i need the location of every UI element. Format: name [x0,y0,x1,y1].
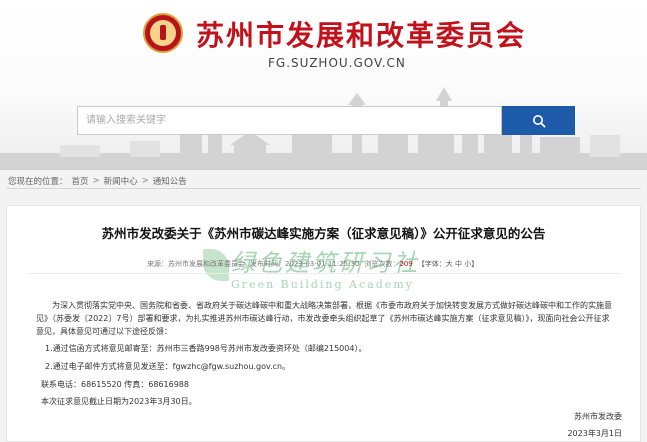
article-panel: 苏州市发改委关于《苏州市碳达峰实施方案（征求意见稿）》公开征求意见的公告 绿色建… [6,205,641,442]
breadcrumb-separator: > [141,176,149,186]
search-box [77,106,502,135]
article-paragraph: 为深入贯彻落实党中央、国务院和省委、省政府关于碳达峰碳中和重大战略决策部署，根据… [36,301,612,336]
source-label: 来源： [147,260,168,268]
search-input[interactable] [78,107,501,134]
meta-divider [27,273,622,274]
contact-info: 联系电话：68615520 传真：68616988 [41,380,189,389]
sign-date: 2023年3月1日 [567,429,622,438]
font-size-medium[interactable]: 中 [455,260,462,268]
breadcrumb-item-home[interactable]: 首页 [72,175,89,187]
signature: 苏州市发改委 [574,412,622,421]
breadcrumb-prefix: 您现在的位置： [8,177,68,187]
article-meta: 来源：苏州市发展和改革委员会 发布时间：2023-03-01 11:25:30 … [147,259,478,269]
search-button[interactable] [502,106,575,135]
source-value: 苏州市发展和改革委员会 [168,260,245,268]
views-value: 209 [399,260,413,268]
breadcrumb-item-news[interactable]: 新闻中心 [104,175,138,187]
site-url: FG.SUZHOU.GOV.CN [268,56,406,70]
font-size-large[interactable]: 大 [446,260,453,268]
date-value: 2023-03-01 11:25:30 [285,260,360,268]
breadcrumb-item-notices[interactable]: 通知公告 [153,175,187,187]
font-size-end: 】 [471,260,479,268]
site-logo-emblem[interactable] [143,13,183,53]
watermark-en-text: Green Building Academy [231,278,414,291]
site-header: 苏州市发展和改革委员会 FG.SUZHOU.GOV.CN [0,0,647,170]
feedback-item-email: 2.通过电子邮件方式将意见发送至：fgwzhc@fgw.suzhou.gov.c… [45,362,291,371]
breadcrumb-separator: > [92,176,100,186]
views-label: 浏览次数： [364,260,400,268]
site-title[interactable]: 苏州市发展和改革委员会 [196,14,526,54]
deadline-note: 本次征求意见截止日期为2023年3月30日。 [41,397,197,406]
emblem-inner [150,20,176,46]
breadcrumb-divider [6,188,641,189]
breadcrumb: 您现在的位置： 首页 > 新闻中心 > 通知公告 [8,175,187,187]
feedback-item-mail: 1.通过信函方式将意见邮寄至：苏州市三香路998号苏州市发改委资环处（邮编215… [45,344,367,353]
font-size-label: 【字体： [417,260,446,268]
article-title: 苏州市发改委关于《苏州市碳达峰实施方案（征求意见稿）》公开征求意见的公告 [101,226,546,241]
date-label: 发布时间： [250,260,285,268]
search-icon [532,114,546,128]
